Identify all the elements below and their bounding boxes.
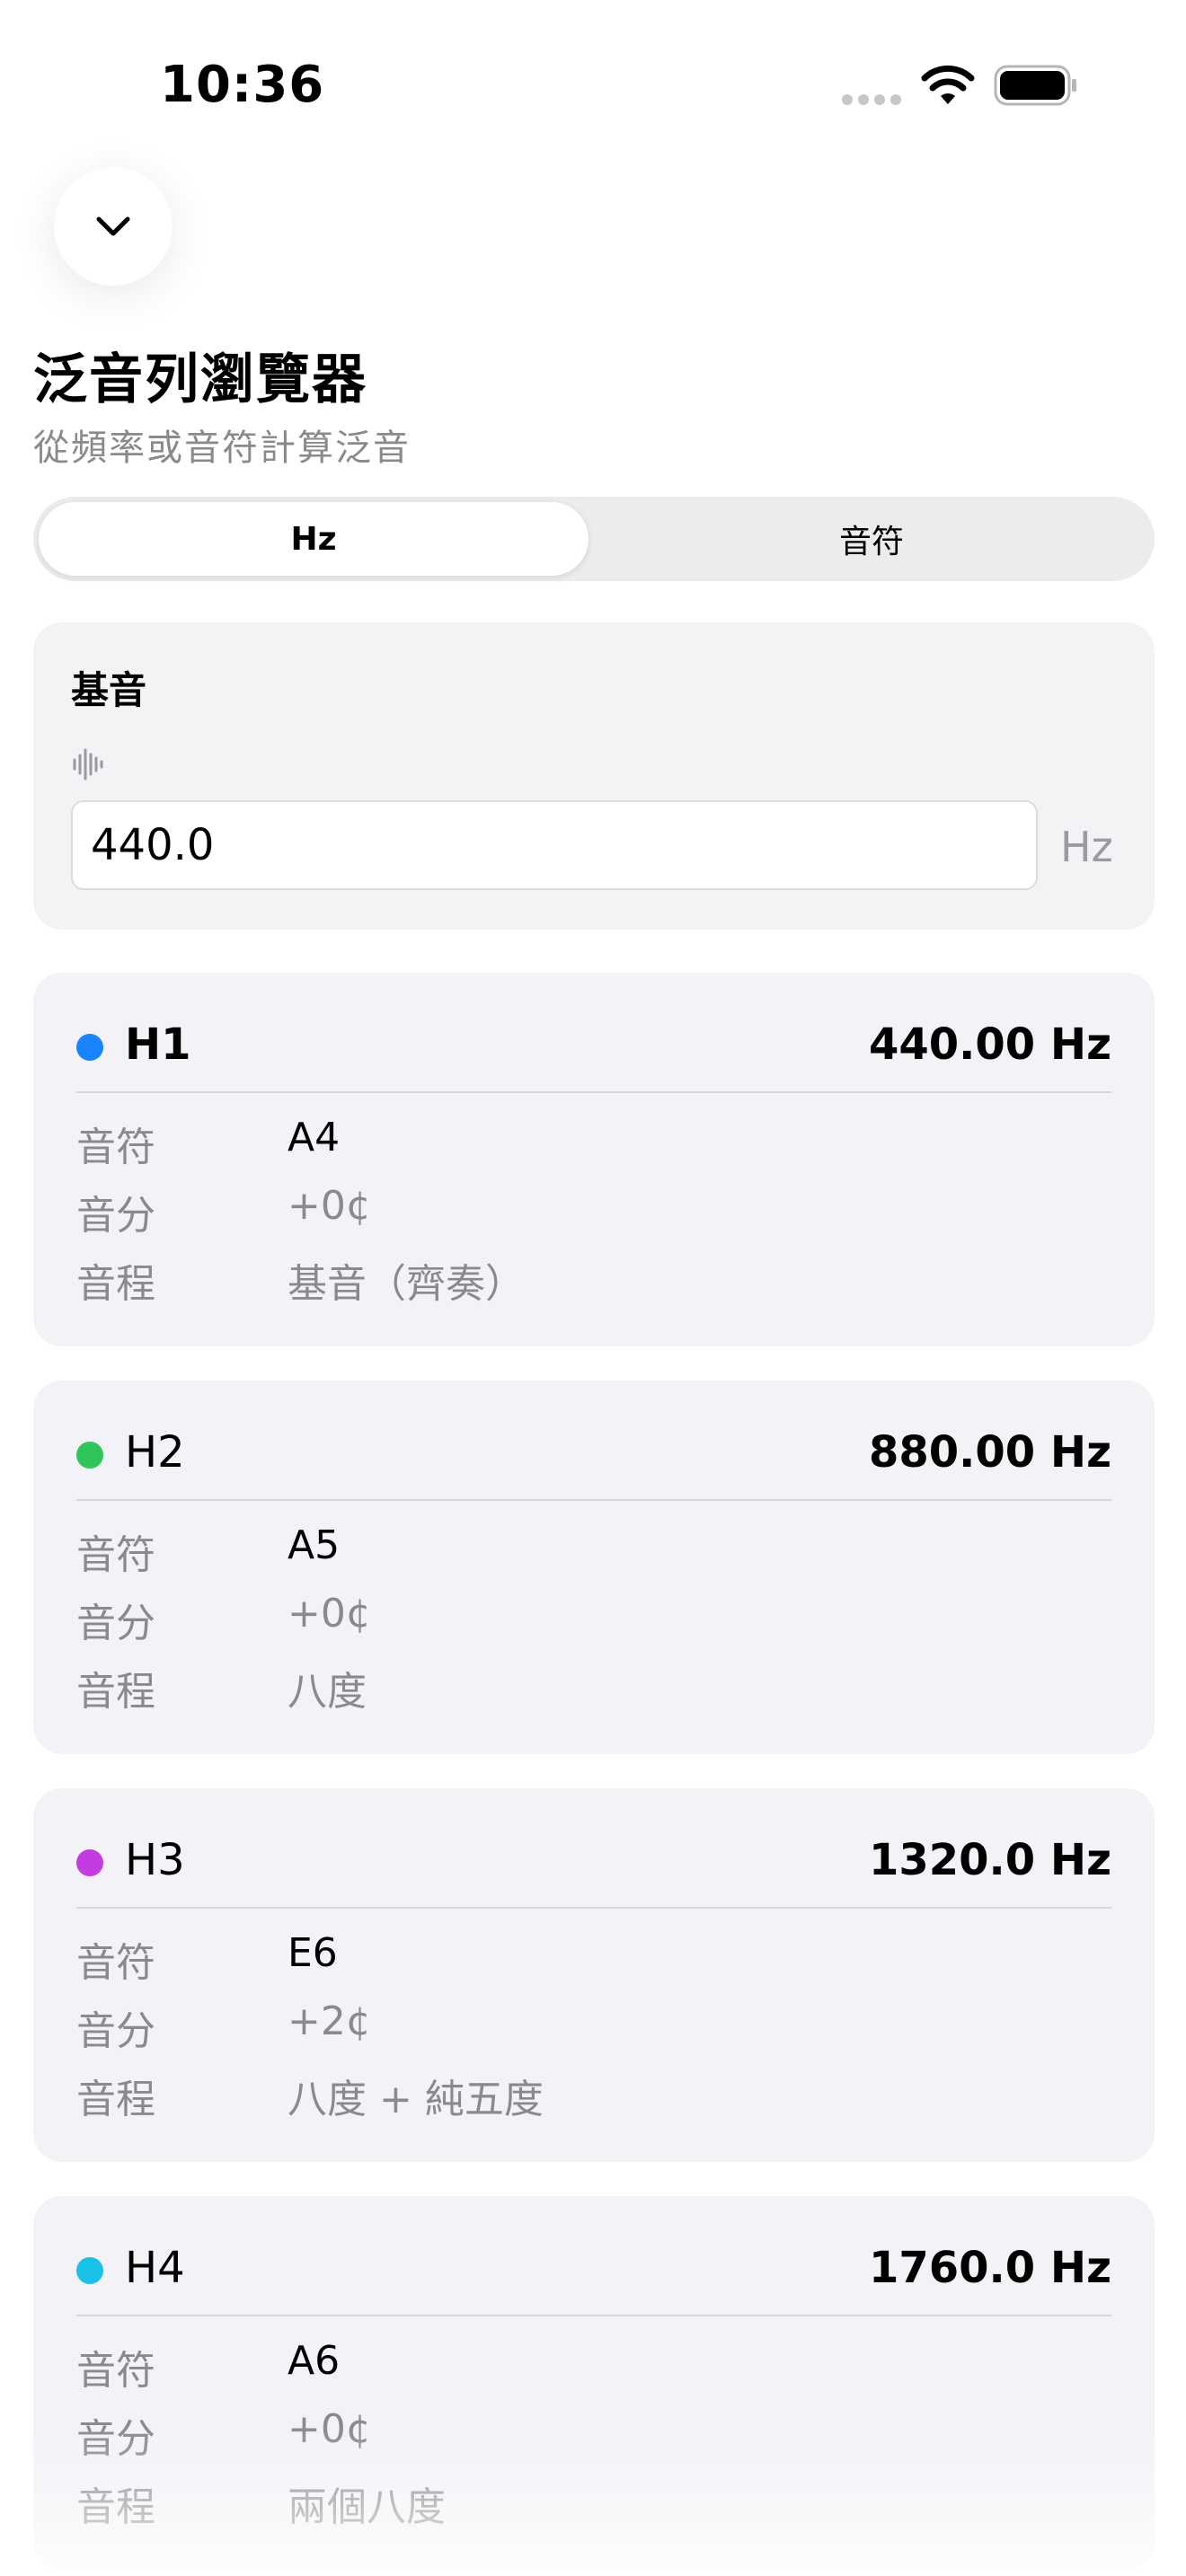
note-label: 音符 — [76, 1532, 155, 1578]
note-value: A5 — [288, 1522, 341, 1568]
chevron-down-icon — [96, 216, 130, 236]
cents-value: +0¢ — [288, 2406, 371, 2452]
harmonic-frequency: 1320.0 Hz — [868, 1835, 1111, 1885]
fundamental-card: 基音 Hz — [33, 622, 1155, 930]
fundamental-label: 基音 — [71, 668, 147, 712]
cents-label: 音分 — [76, 2008, 155, 2054]
status-time: 10:36 — [160, 56, 325, 114]
harmonic-card-h2: H2 880.00 Hz 音符 A5 音分 +0¢ 音程 八度 — [33, 1381, 1155, 1754]
frequency-unit-label: Hz — [1060, 823, 1113, 871]
cents-value: +0¢ — [288, 1591, 371, 1636]
interval-label: 音程 — [76, 2077, 155, 2122]
harmonic-color-dot — [76, 2257, 103, 2284]
app-screen: 10:36 泛音列瀏覽器 從頻率或音符計算泛音 Hz 音符 基音 440.0 H… — [0, 0, 1186, 2576]
divider — [76, 1091, 1111, 1093]
note-value: A4 — [288, 1115, 341, 1160]
interval-label: 音程 — [76, 1261, 155, 1307]
dismiss-button[interactable] — [54, 167, 173, 286]
segment-hz[interactable]: Hz — [39, 502, 589, 576]
cents-label: 音分 — [76, 1601, 155, 1646]
harmonic-label: H2 — [125, 1427, 185, 1478]
harmonic-frequency: 880.00 Hz — [868, 1427, 1111, 1478]
note-value: A6 — [288, 2338, 341, 2384]
battery-icon — [994, 65, 1076, 106]
harmonic-label: H4 — [125, 2243, 185, 2293]
divider — [76, 2315, 1111, 2316]
note-label: 音符 — [76, 2348, 155, 2394]
divider — [76, 1907, 1111, 1909]
harmonic-color-dot — [76, 1442, 103, 1469]
segment-note[interactable]: 音符 — [594, 502, 1149, 576]
cents-value: +2¢ — [288, 1998, 371, 2044]
harmonic-frequency: 1760.0 Hz — [868, 2243, 1111, 2293]
interval-value: 基音（齊奏） — [288, 1261, 525, 1307]
waveform-icon — [73, 748, 103, 781]
interval-value: 八度 + 純五度 — [288, 2077, 544, 2122]
harmonic-card-h4: H4 1760.0 Hz 音符 A6 音分 +0¢ 音程 兩個八度 — [33, 2196, 1155, 2570]
frequency-input[interactable] — [71, 800, 1038, 890]
cents-value: +0¢ — [288, 1183, 371, 1229]
note-label: 音符 — [76, 1940, 155, 1986]
interval-label: 音程 — [76, 2484, 155, 2530]
harmonic-frequency: 440.00 Hz — [868, 1019, 1111, 1070]
interval-value: 兩個八度 — [288, 2484, 446, 2530]
wifi-icon — [921, 65, 975, 104]
cellular-signal-icon — [842, 94, 901, 107]
page-subtitle: 從頻率或音符計算泛音 — [33, 428, 411, 469]
input-mode-segmented-control: Hz 音符 — [33, 497, 1155, 581]
note-value: E6 — [288, 1930, 338, 1976]
interval-label: 音程 — [76, 1669, 155, 1715]
interval-value: 八度 — [288, 1669, 367, 1715]
divider — [76, 1499, 1111, 1501]
harmonic-color-dot — [76, 1849, 103, 1876]
harmonic-label: H3 — [125, 1835, 185, 1885]
harmonic-color-dot — [76, 1034, 103, 1061]
harmonic-card-h1: H1 440.00 Hz 音符 A4 音分 +0¢ 音程 基音（齊奏） — [33, 973, 1155, 1346]
cents-label: 音分 — [76, 2416, 155, 2462]
note-label: 音符 — [76, 1125, 155, 1170]
cents-label: 音分 — [76, 1193, 155, 1239]
page-title: 泛音列瀏覽器 — [33, 348, 367, 411]
harmonic-label: H1 — [125, 1019, 191, 1070]
harmonic-card-h3: H3 1320.0 Hz 音符 E6 音分 +2¢ 音程 八度 + 純五度 — [33, 1788, 1155, 2162]
